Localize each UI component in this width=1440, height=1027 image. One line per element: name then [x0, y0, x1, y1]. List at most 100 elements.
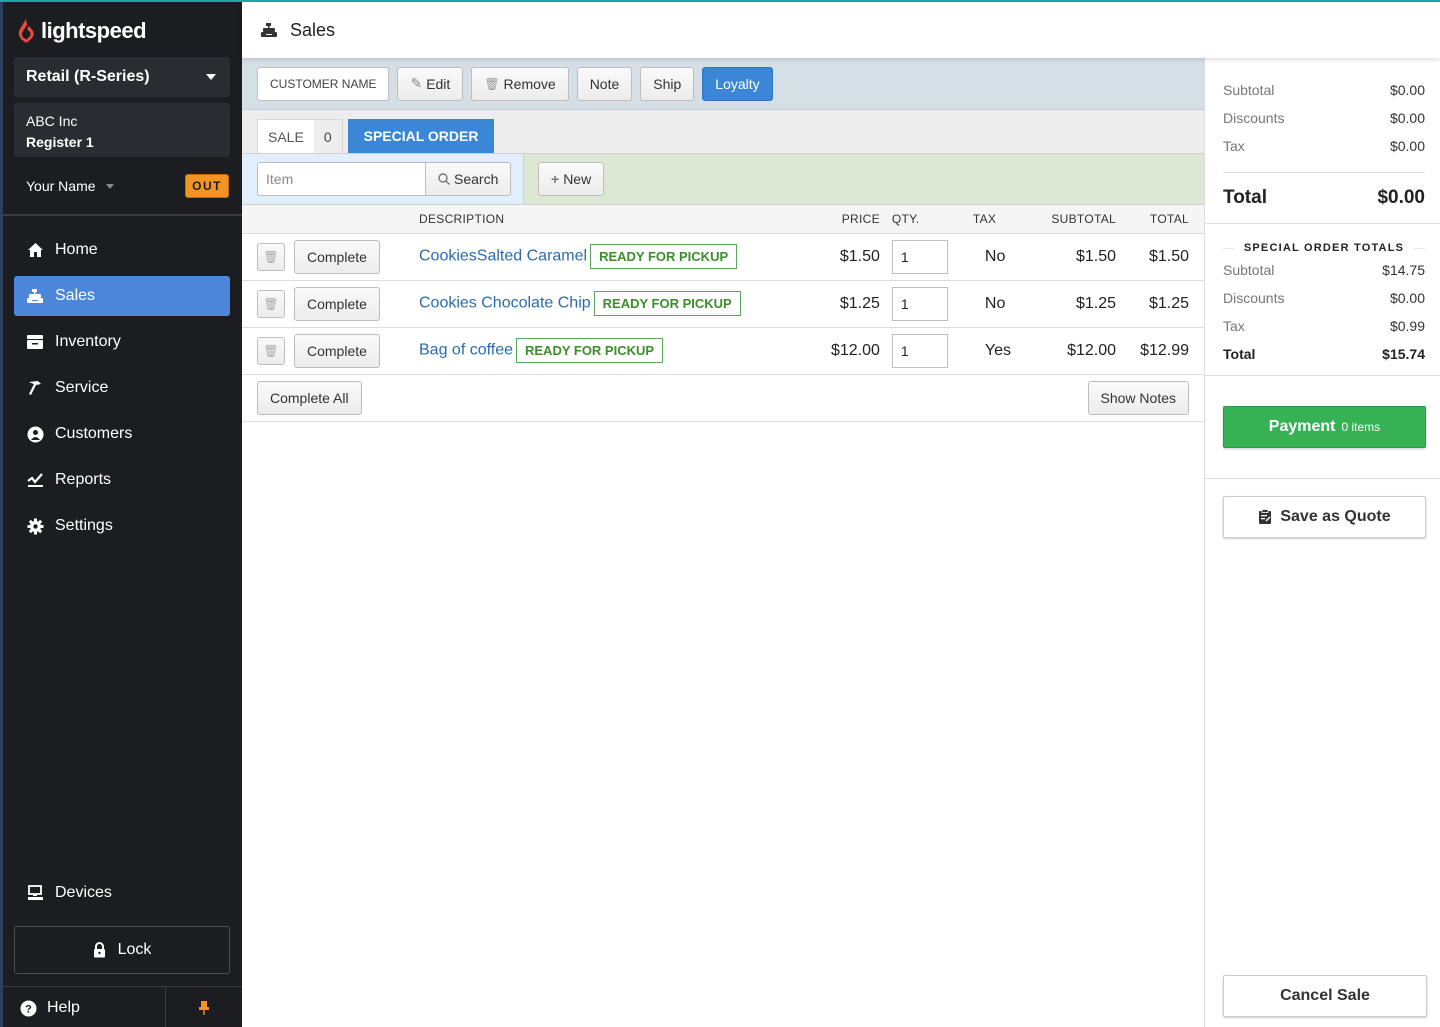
title-text: SPECIAL ORDER TOTALS	[1243, 242, 1405, 254]
status-badge: READY FOR PICKUP	[590, 244, 738, 269]
status-badge: READY FOR PICKUP	[593, 291, 741, 316]
sidebar-item-inventory[interactable]: Inventory	[14, 322, 230, 362]
table-header-row: DESCRIPTION PRICE QTY. TAX SUBTOTAL TOTA…	[242, 205, 1204, 234]
label: Discounts	[1223, 110, 1285, 126]
sidebar-item-home[interactable]: Home	[14, 230, 230, 270]
sidebar-item-label: Service	[55, 379, 109, 396]
sidebar-item-label: Customers	[55, 425, 133, 442]
sidebar-item-label: Home	[55, 241, 98, 258]
payment-item-count: 0 items	[1341, 420, 1381, 434]
price-header: PRICE	[807, 205, 888, 234]
remove-label: Remove	[503, 75, 556, 92]
tab-sale-label: SALE	[268, 128, 304, 145]
search-label: Search	[454, 171, 499, 187]
summary-discounts: Discounts $0.00	[1205, 104, 1440, 132]
item-search: Search	[242, 154, 523, 204]
complete-button[interactable]: Complete	[294, 333, 380, 368]
note-button[interactable]: Note	[576, 66, 633, 101]
ship-button[interactable]: Ship	[640, 66, 695, 101]
price-cell: $1.50	[807, 233, 888, 281]
sale-main: CUSTOMER NAME ✎ Edit 🗑 Remove Note Ship Lo…	[242, 58, 1204, 1027]
value: $0.99	[1389, 318, 1425, 334]
customer-name-button[interactable]: CUSTOMER NAME	[257, 66, 390, 101]
home-icon	[26, 241, 44, 259]
user-menu[interactable]: Your Name	[26, 178, 114, 194]
subtotal-cell: $1.50	[1019, 233, 1124, 281]
qty-header: QTY.	[887, 205, 956, 234]
tab-sale-count: 0	[313, 120, 342, 153]
item-search-row: Search +New	[242, 154, 1204, 205]
item-link[interactable]: CookiesSalted Caramel	[419, 248, 587, 265]
sidebar-item-service[interactable]: Service	[14, 368, 230, 408]
item-search-input[interactable]	[257, 162, 425, 196]
pin-sidebar-button[interactable]	[166, 987, 242, 1027]
table-footer: Complete All Show Notes	[242, 375, 1204, 422]
lightspeed-logo[interactable]: lightspeed	[17, 18, 147, 44]
tax-header: TAX	[955, 205, 1019, 234]
sidebar-item-customers[interactable]: Customers	[14, 414, 230, 454]
pencil-icon: ✎	[410, 75, 423, 91]
tab-sale[interactable]: SALE 0	[257, 119, 343, 153]
help-button[interactable]: ? Help	[3, 987, 166, 1027]
delete-row-button[interactable]: 🗑	[257, 336, 285, 365]
trash-icon: 🗑	[263, 249, 279, 264]
save-quote-label: Save as Quote	[1280, 508, 1391, 525]
label: Subtotal	[1223, 82, 1275, 98]
special-order-totals-title: SPECIAL ORDER TOTALS	[1205, 242, 1440, 254]
sidebar-footer: ? Help	[3, 986, 242, 1027]
hammer-icon	[26, 379, 44, 397]
chevron-down-icon	[105, 183, 114, 189]
chart-line-icon	[26, 471, 44, 489]
divider	[1223, 247, 1234, 249]
trash-icon: 🗑	[263, 296, 279, 311]
delete-row-button[interactable]: 🗑	[257, 289, 285, 318]
edit-label: Edit	[426, 75, 451, 92]
sidebar-item-reports[interactable]: Reports	[14, 460, 230, 500]
divider	[3, 214, 242, 216]
show-notes-button[interactable]: Show Notes	[1087, 380, 1189, 415]
complete-button[interactable]: Complete	[294, 286, 380, 321]
sidebar-item-label: Reports	[55, 471, 112, 488]
store-select[interactable]: Retail (R-Series)	[14, 57, 230, 97]
complete-button[interactable]: Complete	[294, 239, 380, 274]
page-header: Sales	[242, 2, 1440, 58]
qty-cell	[887, 280, 956, 328]
label: Total	[1223, 187, 1267, 208]
register-info[interactable]: ABC Inc Register 1	[14, 103, 230, 157]
sidebar-item-settings[interactable]: Settings	[14, 506, 230, 546]
svg-text:?: ?	[25, 1003, 32, 1015]
item-link[interactable]: Bag of coffee	[419, 342, 513, 359]
label: Discounts	[1223, 290, 1285, 306]
payment-button[interactable]: Payment 0 items	[1223, 406, 1426, 448]
divider	[1205, 375, 1440, 376]
loyalty-button[interactable]: Loyalty	[702, 66, 773, 101]
description-cell: Bag of coffee READY FOR PICKUP	[412, 327, 808, 375]
item-link[interactable]: Cookies Chocolate Chip	[419, 295, 591, 312]
delete-row-button[interactable]: 🗑	[257, 242, 285, 271]
tax-cell: No	[955, 280, 1019, 328]
save-as-quote-button[interactable]: Save as Quote	[1223, 496, 1426, 538]
edit-button[interactable]: ✎ Edit	[397, 66, 464, 101]
tab-special-order[interactable]: SPECIAL ORDER	[347, 119, 495, 153]
divider	[1205, 478, 1440, 479]
new-item-button[interactable]: + New	[538, 162, 605, 196]
remove-button[interactable]: 🗑 Remove	[471, 66, 569, 101]
cash-register-icon	[261, 23, 277, 37]
sidebar-item-label: Devices	[55, 884, 112, 901]
new-label: New	[563, 171, 592, 187]
clock-out-button[interactable]: OUT	[185, 174, 229, 198]
cancel-sale-button[interactable]: Cancel Sale	[1223, 975, 1427, 1017]
complete-all-button[interactable]: Complete All	[257, 380, 362, 415]
value: $14.75	[1382, 262, 1425, 278]
lock-button[interactable]: Lock	[14, 926, 230, 974]
sidebar-item-devices[interactable]: Devices	[26, 884, 112, 902]
price-cell: $12.00	[807, 327, 888, 375]
search-icon	[438, 173, 450, 185]
qty-input[interactable]	[891, 286, 948, 321]
qty-input[interactable]	[891, 239, 948, 274]
sidebar-item-sales[interactable]: Sales	[14, 276, 230, 316]
qty-input[interactable]	[891, 333, 948, 368]
search-button[interactable]: Search	[425, 162, 512, 196]
clipboard-icon	[1259, 509, 1272, 524]
app: lightspeed Retail (R-Series) ABC Inc Reg…	[0, 0, 1440, 1027]
